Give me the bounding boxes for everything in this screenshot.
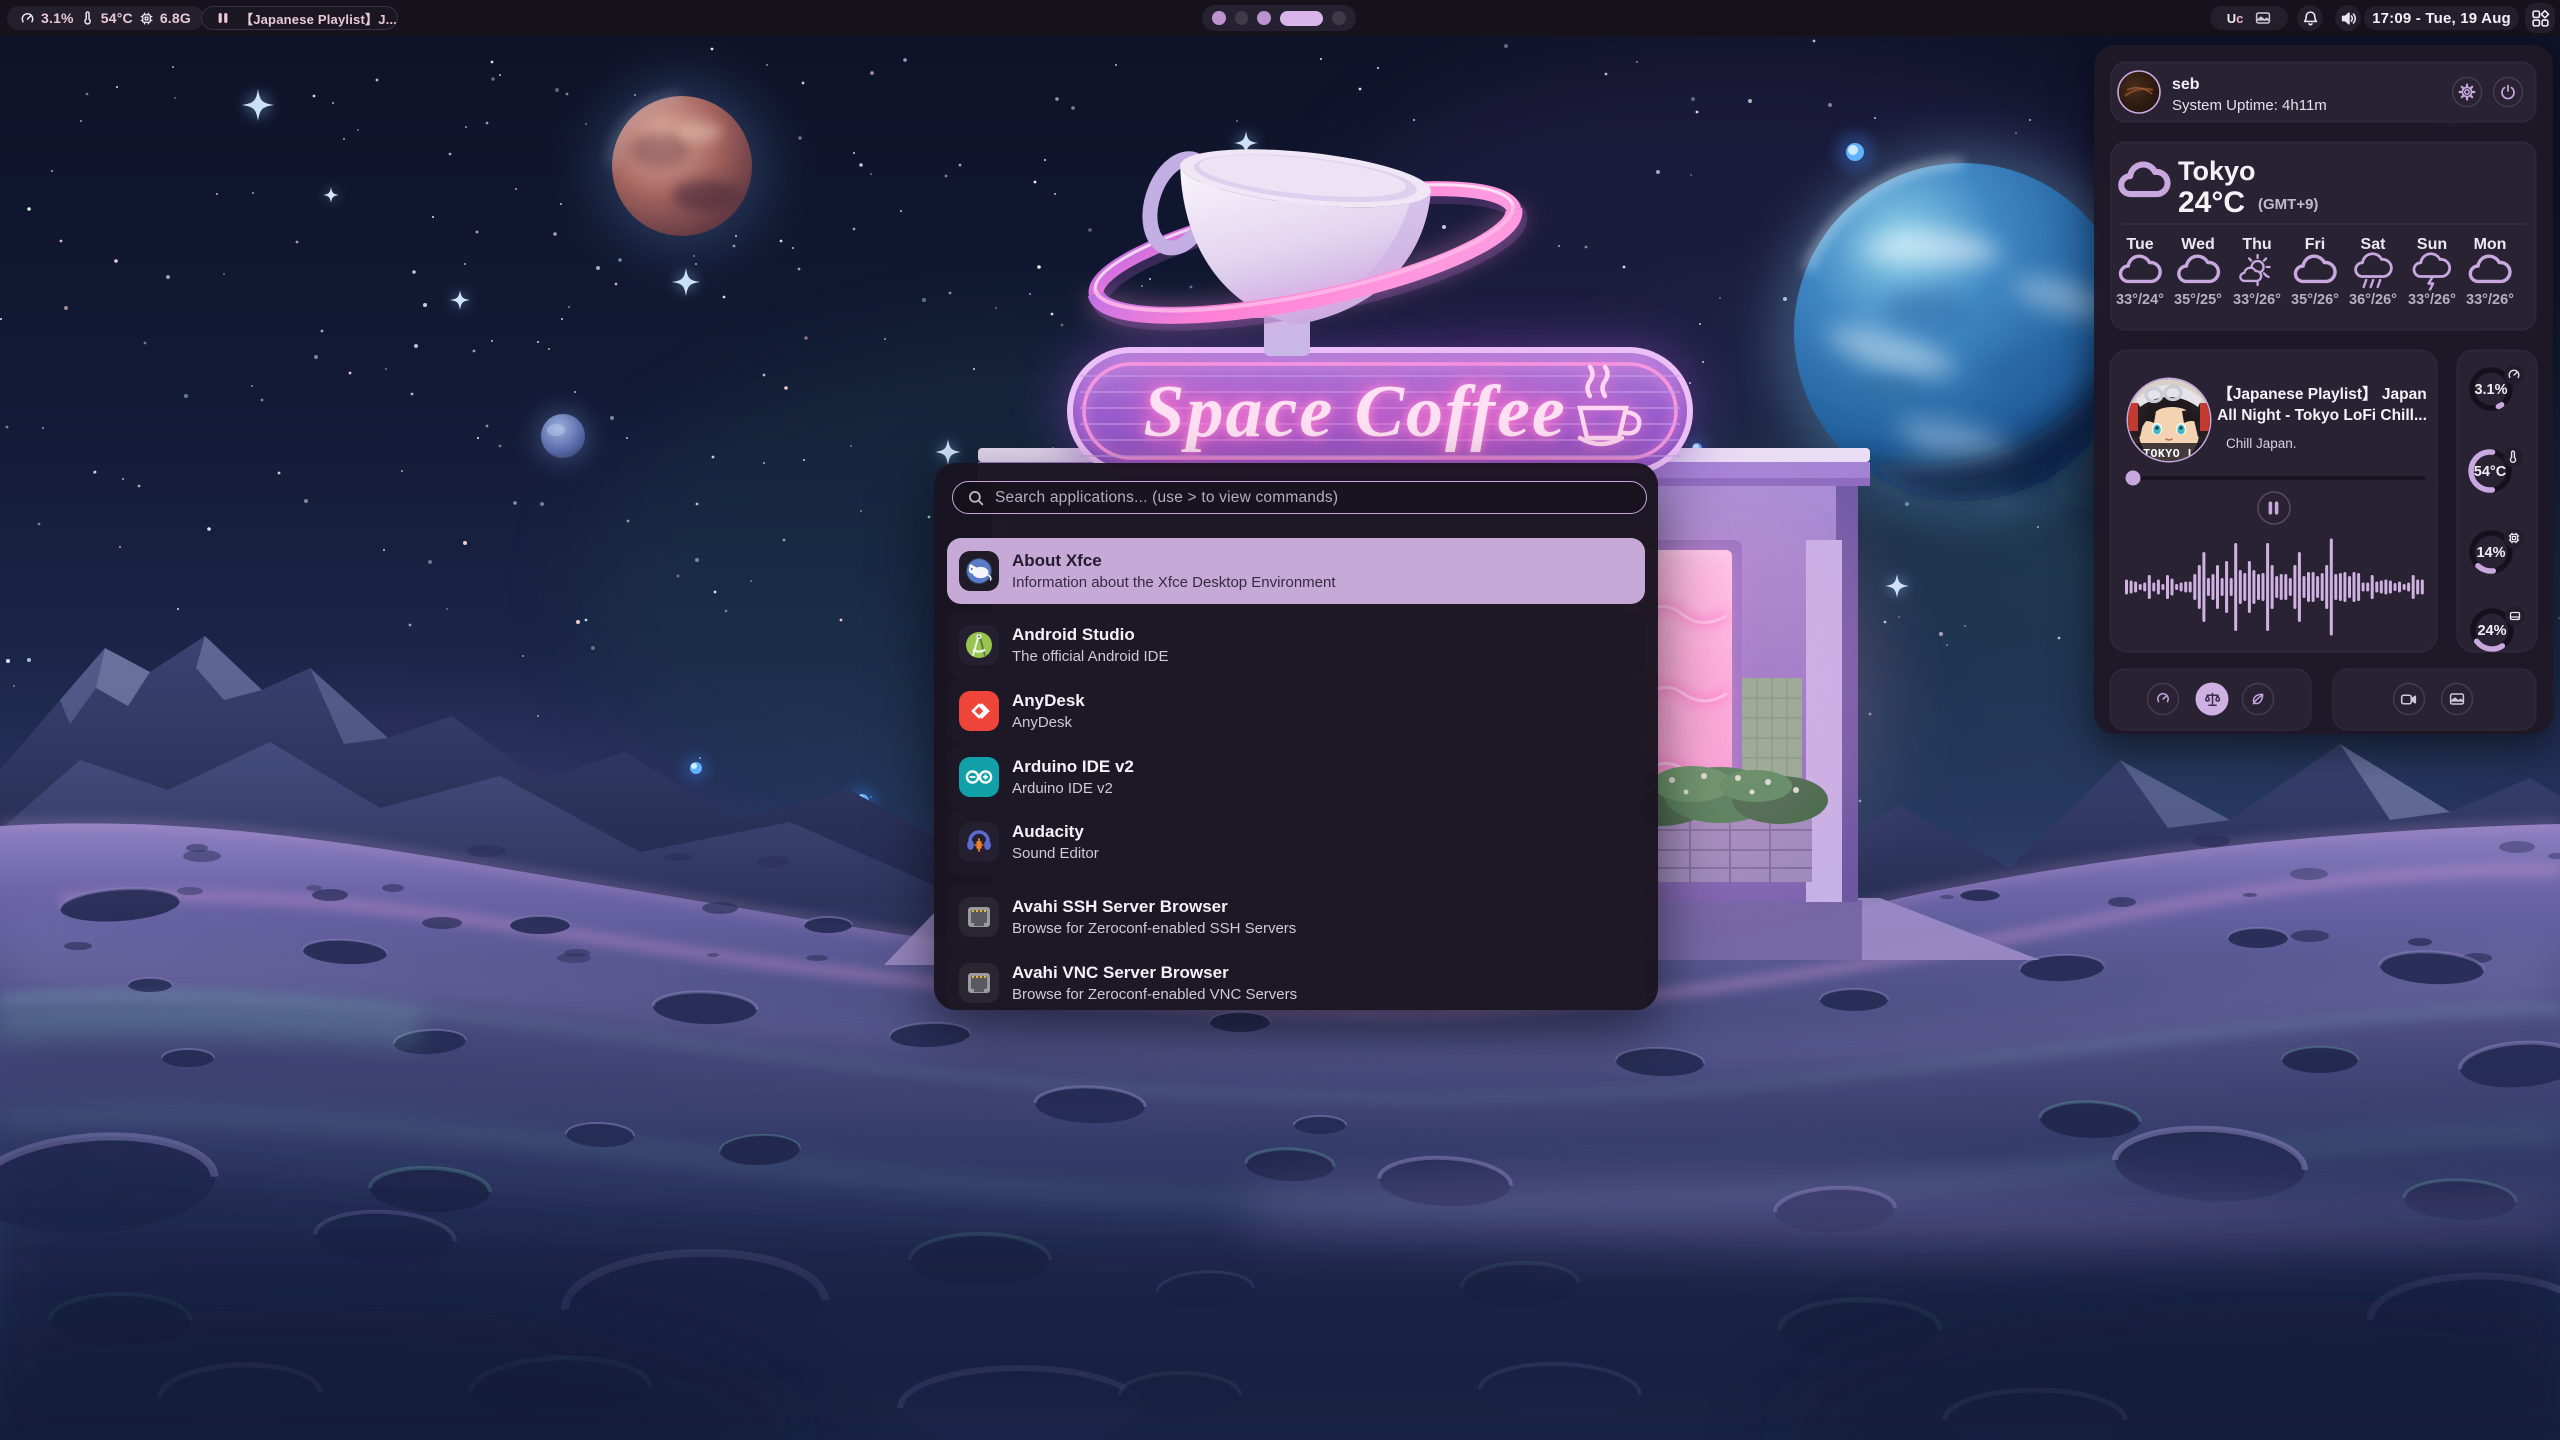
svg-text:35°/25°: 35°/25° bbox=[2174, 292, 2222, 308]
svg-text:33°/24°: 33°/24° bbox=[2116, 292, 2164, 308]
svg-text:Thu: Thu bbox=[2242, 236, 2271, 253]
svg-text:54°C: 54°C bbox=[2474, 464, 2507, 480]
svg-text:35°/26°: 35°/26° bbox=[2291, 292, 2339, 308]
svg-text:(GMT+9): (GMT+9) bbox=[2258, 196, 2318, 213]
svg-text:3.1%: 3.1% bbox=[2474, 382, 2507, 398]
svg-text:Fri: Fri bbox=[2305, 236, 2325, 253]
svg-text:Sun: Sun bbox=[2417, 236, 2447, 253]
svg-text:Tokyo: Tokyo bbox=[2178, 156, 2256, 186]
svg-text:36°/26°: 36°/26° bbox=[2349, 292, 2397, 308]
svg-text:Wed: Wed bbox=[2181, 236, 2214, 253]
svg-text:33°/26°: 33°/26° bbox=[2466, 292, 2514, 308]
svg-text:Tue: Tue bbox=[2126, 236, 2153, 253]
svg-text:33°/26°: 33°/26° bbox=[2408, 292, 2456, 308]
svg-text:Sat: Sat bbox=[2361, 236, 2387, 253]
svg-text:【Japanese Playlist】 Japan: 【Japanese Playlist】 Japan bbox=[2217, 385, 2426, 403]
svg-text:All Night - Tokyo LoFi Chill..: All Night - Tokyo LoFi Chill... bbox=[2217, 407, 2427, 424]
svg-text:seb: seb bbox=[2172, 76, 2200, 93]
svg-text:24°C: 24°C bbox=[2178, 186, 2245, 219]
svg-text:Mon: Mon bbox=[2474, 236, 2507, 253]
svg-text:Space Coffee: Space Coffee bbox=[1143, 371, 1566, 453]
svg-text:33°/26°: 33°/26° bbox=[2233, 292, 2281, 308]
svg-text:14%: 14% bbox=[2476, 545, 2505, 561]
svg-text:24%: 24% bbox=[2477, 623, 2506, 639]
svg-text:Chill Japan.: Chill Japan. bbox=[2226, 436, 2297, 451]
svg-text:System Uptime: 4h11m: System Uptime: 4h11m bbox=[2172, 97, 2327, 114]
